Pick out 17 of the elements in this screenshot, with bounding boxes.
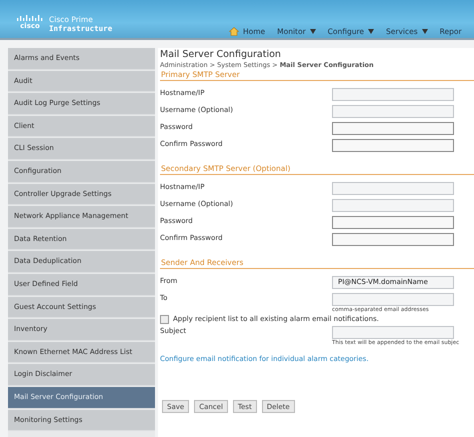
input-field[interactable]: [332, 216, 454, 229]
input-field[interactable]: [332, 139, 454, 152]
dropdown-arrow-icon: [422, 29, 428, 34]
cisco-bars-icon: [17, 15, 43, 22]
input-field[interactable]: [332, 122, 454, 135]
input-field[interactable]: [332, 293, 454, 306]
input-field[interactable]: [332, 199, 454, 212]
input-field[interactable]: [332, 233, 454, 246]
dropdown-arrow-icon: [310, 29, 316, 34]
page-title: Mail Server Configuration: [160, 49, 282, 61]
input-field[interactable]: [332, 105, 454, 118]
input-field[interactable]: [332, 326, 454, 339]
home-icon: [229, 27, 239, 36]
dropdown-arrow-icon: [368, 29, 374, 34]
input-field[interactable]: [332, 88, 454, 101]
checkbox[interactable]: [160, 314, 169, 324]
input-field[interactable]: [332, 182, 454, 195]
